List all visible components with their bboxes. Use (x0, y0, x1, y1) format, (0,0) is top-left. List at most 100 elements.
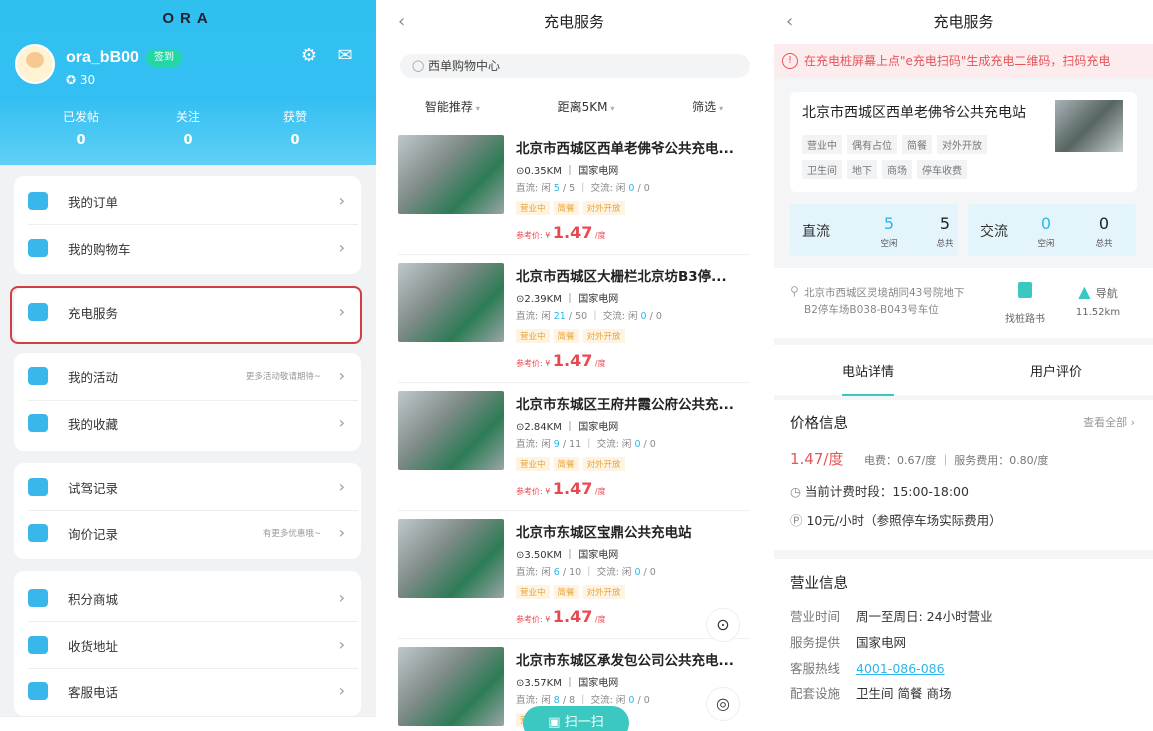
tag: 简餐 (553, 585, 579, 599)
menu-card-services: 积分商城 › 收货地址 › 客服电话 › (14, 571, 361, 716)
filter-bar: 智能推荐 ▾ 距离5KM ▾ 筛选 ▾ (386, 98, 762, 120)
ac-label: 交流 (980, 224, 1008, 240)
stat-likes[interactable]: 获赞 0 (255, 108, 335, 148)
chevron-right-icon: › (338, 477, 345, 496)
station-list-item[interactable]: 北京市西城区大栅栏北京坊B3停... ⊙2.39KM ｜ 国家电网 直流: 闲 … (398, 263, 750, 383)
menu-item-favorites[interactable]: 我的收藏 › (14, 400, 361, 446)
locate-button[interactable]: ◎ (706, 687, 740, 721)
dropdown-icon: ▾ (610, 104, 615, 113)
filter-screen[interactable]: 筛选 ▾ (692, 98, 723, 120)
search-icon: ◯ (412, 59, 425, 72)
ac-total: 0 (655, 311, 662, 322)
business-row: 服务提供 国家电网 (790, 632, 906, 651)
filter-label: 筛选 (692, 100, 717, 114)
checkin-badge[interactable]: 签到 (146, 49, 182, 67)
station-operator: 国家电网 (578, 422, 619, 433)
dc-total: 10 (569, 567, 582, 578)
guide-label: 找桩路书 (1005, 314, 1045, 325)
back-icon[interactable]: ‹ (786, 0, 793, 44)
navigation-button[interactable]: ▲ 导航 11.52km (1070, 282, 1126, 318)
stat-following[interactable]: 关注 0 (148, 108, 228, 148)
station-distance-row: ⊙3.57KM ｜ 国家电网 (516, 678, 619, 689)
menu-card-orders: 我的订单 › 我的购物车 › (14, 176, 361, 274)
price-value: 1.47 (552, 479, 593, 498)
menu-item-points-mall[interactable]: 积分商城 › (14, 575, 361, 621)
profile-header: ORA ora_bB00 签到 ✪ 30 ⚙ ✉ 已发帖 0 关注 0 获赞 0 (0, 0, 376, 165)
gear-icon[interactable]: ⚙ (298, 45, 320, 67)
menu-item-test-drive[interactable]: 试驾记录 › (14, 464, 361, 510)
station-operator: 国家电网 (578, 678, 619, 689)
points-value: ✪ 30 (66, 73, 95, 87)
hotline-link[interactable]: 4001-086-086 (856, 661, 945, 676)
station-tags: 营业中 简餐 对外开放 (516, 201, 625, 215)
dc-free: 5 (883, 214, 895, 233)
avatar[interactable] (15, 44, 55, 84)
scan-button[interactable]: ▣ 扫一扫 (523, 706, 629, 731)
station-photo (398, 391, 504, 470)
username: ora_bB00 (66, 49, 139, 66)
stat-posts[interactable]: 已发帖 0 (41, 108, 121, 148)
back-icon[interactable]: ‹ (398, 0, 405, 44)
page-title: 充电服务 (933, 13, 994, 31)
navigation-arrow-icon: ▲ (1078, 282, 1091, 301)
station-photo[interactable] (1055, 100, 1123, 152)
tab-user-reviews[interactable]: 用户评价 (1030, 361, 1082, 380)
row-key: 配套设施 (790, 686, 841, 701)
station-list-item[interactable]: 北京市东城区宝鼎公共充电站 ⊙3.50KM ｜ 国家电网 直流: 闲 6 / 1… (398, 519, 750, 639)
menu-item-activities[interactable]: 我的活动 更多活动敬请期待~ › (14, 353, 361, 399)
tag: 对外开放 (937, 135, 987, 154)
menu-item-cart[interactable]: 我的购物车 › (14, 225, 361, 271)
menu-label: 我的购物车 (68, 241, 131, 257)
station-list-item[interactable]: 北京市西城区西单老佛爷公共充电... ⊙0.35KM ｜ 国家电网 直流: 闲 … (398, 135, 750, 255)
business-row: 营业时间 周一至周日: 24小时营业 (790, 606, 993, 625)
bottom-tab-bar[interactable] (0, 716, 376, 731)
station-distance: 3.50KM (524, 550, 562, 561)
menu-label: 我的收藏 (68, 416, 119, 432)
mail-icon[interactable]: ✉ (334, 45, 356, 67)
station-distance: 0.35KM (524, 166, 562, 177)
map-pin-icon: ⊙ (716, 615, 730, 634)
price-breakdown: 电费：0.67/度 ｜ 服务费用：0.80/度 (864, 454, 1049, 467)
station-distance: 2.39KM (524, 294, 562, 305)
map-pin-button[interactable]: ⊙ (706, 608, 740, 642)
section-heading: 价格信息 (790, 416, 848, 432)
detail-tabs: 电站详情 用户评价 (774, 345, 1153, 395)
stat-value: 0 (183, 133, 193, 148)
filter-distance[interactable]: 距离5KM ▾ (558, 98, 615, 120)
clock-icon: ◷ (790, 484, 805, 499)
station-summary-card: 北京市西城区西单老佛爷公共充电站 营业中 偶有占位 简餐 对外开放 卫生间 地下 商场 停车… (790, 92, 1137, 192)
location-pin-icon: ⚲ (790, 284, 799, 298)
price-unit: /度 (594, 615, 606, 624)
station-list-item[interactable]: 北京市东城区王府井霞公府公共充... ⊙2.84KM ｜ 国家电网 直流: 闲 … (398, 391, 750, 511)
brand-logo: ORA (162, 10, 214, 27)
menu-item-price-inquiry[interactable]: 询价记录 有更多优惠哦~ › (14, 510, 361, 556)
station-distance-row: ⊙2.39KM ｜ 国家电网 (516, 294, 619, 305)
business-section: 营业信息 营业时间 周一至周日: 24小时营业 服务提供 国家电网 客服热线 4001… (774, 559, 1153, 731)
menu-item-orders[interactable]: 我的订单 › (14, 178, 361, 224)
station-photo (398, 263, 504, 342)
price-label: 参考价: ¥ (516, 231, 551, 240)
tab-station-detail[interactable]: 电站详情 (842, 361, 894, 380)
tag-row: 卫生间 地下 商场 停车收费 (802, 159, 972, 179)
tag: 地下 (847, 160, 877, 179)
page-title: 充电服务 (543, 13, 604, 31)
tag: 简餐 (902, 135, 932, 154)
filter-smart-recommend[interactable]: 智能推荐 ▾ (425, 98, 480, 120)
menu-item-customer-phone[interactable]: 客服电话 › (14, 668, 361, 714)
row-value: 国家电网 (856, 635, 907, 650)
filter-label: 距离5KM (557, 100, 608, 114)
station-operator: 国家电网 (578, 294, 619, 305)
stat-label: 获赞 (282, 110, 307, 124)
tag: 营业中 (516, 585, 550, 599)
guide-button[interactable]: 找桩路书 (1000, 282, 1050, 325)
row-key: 营业时间 (790, 609, 841, 624)
dc-label: 直流: 闲 (516, 567, 551, 578)
panel-divider (376, 0, 386, 731)
scan-icon: ▣ (548, 715, 565, 730)
scan-warning-banner: ! 在充电桩屏幕上点"e充电扫码"生成充电二维码，扫码充电 (774, 44, 1153, 78)
view-all-link[interactable]: 查看全部 › (1083, 414, 1135, 430)
search-input[interactable]: ◯ 西单购物中心 (400, 54, 750, 78)
menu-item-address[interactable]: 收货地址 › (14, 622, 361, 668)
station-distance-row: ⊙3.50KM ｜ 国家电网 (516, 550, 619, 561)
chevron-right-icon: › (338, 191, 345, 210)
